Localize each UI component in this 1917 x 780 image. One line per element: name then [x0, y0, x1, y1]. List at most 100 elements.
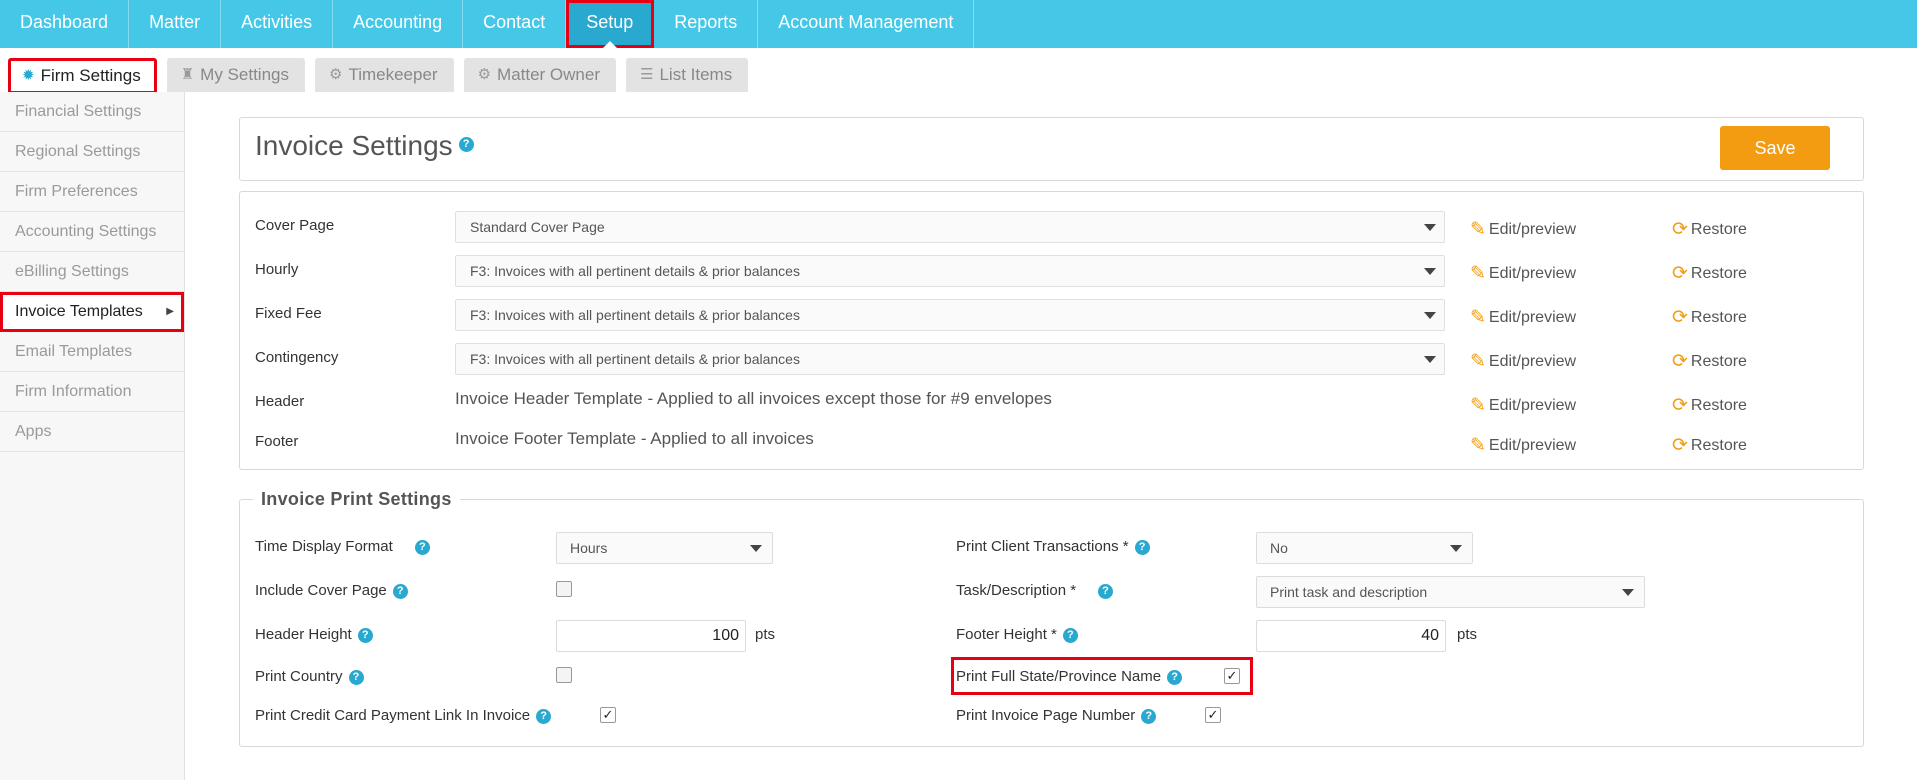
nav-setup[interactable]: Setup: [566, 0, 655, 48]
edit-icon: ✎: [1470, 395, 1486, 416]
sidebar-item-ebilling-settings[interactable]: eBilling Settings: [0, 252, 184, 292]
sidebar-item-apps[interactable]: Apps: [0, 412, 184, 452]
template-label: Hourly: [255, 261, 299, 278]
restore-label: Restore: [1690, 309, 1747, 326]
nav-contact[interactable]: Contact: [463, 0, 567, 48]
select-value: F3: Invoices with all pertinent details …: [470, 307, 800, 323]
sidebar-item-email-templates[interactable]: Email Templates: [0, 332, 184, 372]
sidebar-item-invoice-templates[interactable]: Invoice Templates ▶: [0, 292, 184, 332]
nav-matter[interactable]: Matter: [129, 0, 222, 48]
edit-preview-link[interactable]: ✎ Edit/preview: [1470, 393, 1576, 416]
nav-activities[interactable]: Activities: [221, 0, 334, 48]
field-label: Print Credit Card Payment Link In Invoic…: [255, 707, 531, 724]
restore-link[interactable]: ⟳ Restore: [1672, 261, 1747, 284]
help-icon[interactable]: ?: [1141, 708, 1157, 724]
restore-label: Restore: [1690, 397, 1747, 414]
fixed-fee-select[interactable]: F3: Invoices with all pertinent details …: [455, 299, 1445, 331]
template-row-footer: Footer Invoice Footer Template - Applied…: [255, 427, 1850, 459]
sidebar-item-financial-settings[interactable]: Financial Settings: [0, 92, 184, 132]
restore-link[interactable]: ⟳ Restore: [1672, 393, 1747, 416]
help-icon[interactable]: ?: [357, 627, 373, 643]
nav-reports[interactable]: Reports: [654, 0, 759, 48]
sidebar-item-regional-settings[interactable]: Regional Settings: [0, 132, 184, 172]
tab-matter-owner[interactable]: ⚙ Matter Owner: [463, 58, 617, 92]
edit-preview-link[interactable]: ✎ Edit/preview: [1470, 217, 1576, 240]
restore-link[interactable]: ⟳ Restore: [1672, 349, 1747, 372]
field-label: Print Client Transactions *: [956, 538, 1129, 555]
print-invoice-page-number-checkbox[interactable]: ✓: [1205, 707, 1221, 723]
help-icon[interactable]: ?: [536, 708, 552, 724]
select-value: F3: Invoices with all pertinent details …: [470, 351, 800, 367]
refresh-icon: ⟳: [1672, 307, 1688, 328]
footer-height-label: Footer Height *?: [956, 626, 1078, 643]
cover-page-select[interactable]: Standard Cover Page: [455, 211, 1445, 243]
tab-my-settings[interactable]: ♜ My Settings: [166, 58, 305, 92]
nav-accounting[interactable]: Accounting: [333, 0, 464, 48]
header-height-input[interactable]: [556, 620, 746, 652]
help-icon[interactable]: ?: [458, 137, 474, 153]
sidebar-item-accounting-settings[interactable]: Accounting Settings: [0, 212, 184, 252]
help-icon[interactable]: ?: [1167, 669, 1183, 685]
sidebar-item-firm-information[interactable]: Firm Information: [0, 372, 184, 412]
page-title: Invoice Settings?: [255, 130, 474, 162]
dropdown-arrow-icon: [1450, 545, 1462, 552]
edit-preview-link[interactable]: ✎ Edit/preview: [1470, 349, 1576, 372]
edit-icon: ✎: [1470, 307, 1486, 328]
nav-account-management[interactable]: Account Management: [758, 0, 975, 48]
restore-label: Restore: [1690, 221, 1747, 238]
footer-height-input[interactable]: [1256, 620, 1446, 652]
help-icon[interactable]: ?: [1062, 627, 1078, 643]
refresh-icon: ⟳: [1672, 351, 1688, 372]
edit-preview-link[interactable]: ✎ Edit/preview: [1470, 261, 1576, 284]
tab-firm-settings[interactable]: ✹ Firm Settings: [8, 58, 157, 94]
field-label: Print Invoice Page Number: [956, 707, 1136, 724]
refresh-icon: ⟳: [1672, 263, 1688, 284]
help-icon[interactable]: ?: [1098, 583, 1114, 599]
nav-dashboard[interactable]: Dashboard: [0, 0, 130, 48]
restore-link[interactable]: ⟳ Restore: [1672, 217, 1747, 240]
print-country-checkbox[interactable]: [556, 667, 572, 683]
hourly-select[interactable]: F3: Invoices with all pertinent details …: [455, 255, 1445, 287]
template-row-cover-page: Cover Page Standard Cover Page ✎ Edit/pre…: [255, 211, 1850, 243]
restore-link[interactable]: ⟳ Restore: [1672, 305, 1747, 328]
help-icon[interactable]: ?: [1134, 539, 1150, 555]
edit-preview-link[interactable]: ✎ Edit/preview: [1470, 433, 1576, 456]
print-full-state-checkbox[interactable]: ✓: [1224, 668, 1240, 684]
edit-icon: ✎: [1470, 263, 1486, 284]
select-value: Print task and description: [1270, 584, 1428, 600]
edit-icon: ✎: [1470, 435, 1486, 456]
include-cover-page-checkbox[interactable]: [556, 581, 572, 597]
field-label: Header Height: [255, 626, 352, 643]
tab-list-items[interactable]: ☰ List Items: [626, 58, 749, 92]
edit-preview-link[interactable]: ✎ Edit/preview: [1470, 305, 1576, 328]
print-client-transactions-label: Print Client Transactions *?: [956, 538, 1150, 555]
select-value: No: [1270, 540, 1288, 556]
field-label: Print Country: [255, 668, 343, 685]
settings-sidebar: Financial Settings Regional Settings Fir…: [0, 92, 185, 780]
save-button[interactable]: Save: [1720, 126, 1830, 170]
print-credit-card-link-checkbox[interactable]: ✓: [600, 707, 616, 723]
help-icon[interactable]: ?: [348, 669, 364, 685]
field-label: Task/Description *: [956, 582, 1077, 599]
dropdown-arrow-icon: [1424, 268, 1436, 275]
contingency-select[interactable]: F3: Invoices with all pertinent details …: [455, 343, 1445, 375]
template-row-hourly: Hourly F3: Invoices with all pertinent d…: [255, 255, 1850, 287]
header-height-unit: pts: [755, 626, 776, 643]
print-client-transactions-select[interactable]: No: [1256, 532, 1473, 564]
task-description-select[interactable]: Print task and description: [1256, 576, 1645, 608]
help-icon[interactable]: ?: [392, 583, 408, 599]
gear-badge-icon: ✹: [22, 67, 35, 84]
tab-timekeeper[interactable]: ⚙ Timekeeper: [314, 58, 454, 92]
time-display-format-select[interactable]: Hours: [556, 532, 773, 564]
header-template-name: Invoice Header Template - Applied to all…: [455, 389, 1052, 408]
help-icon[interactable]: ?: [414, 539, 430, 555]
sidebar-item-firm-preferences[interactable]: Firm Preferences: [0, 172, 184, 212]
dropdown-arrow-icon: [1622, 589, 1634, 596]
invoice-settings-header: Invoice Settings? Save: [239, 117, 1864, 181]
refresh-icon: ⟳: [1672, 395, 1688, 416]
field-label: Print Full State/Province Name: [956, 668, 1162, 685]
tab-label: Timekeeper: [348, 65, 438, 84]
restore-link[interactable]: ⟳ Restore: [1672, 433, 1747, 456]
tab-label: Matter Owner: [497, 65, 601, 84]
template-label: Footer: [255, 433, 299, 450]
